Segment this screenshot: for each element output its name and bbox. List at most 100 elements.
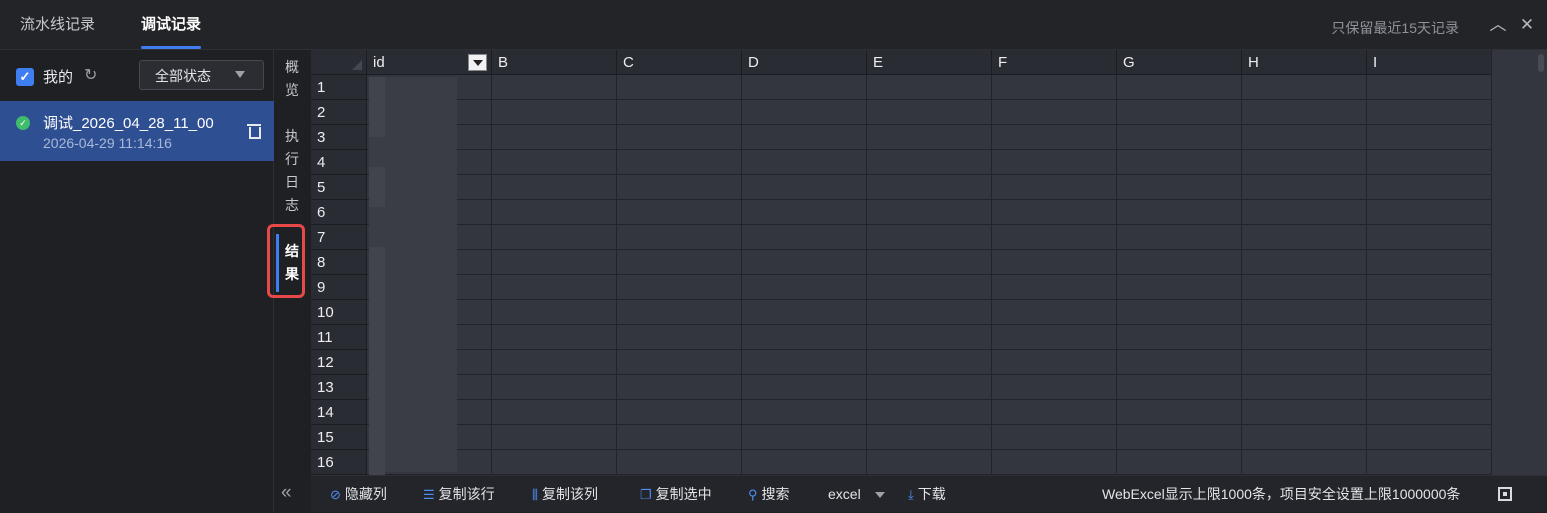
row-header[interactable]: 4 <box>311 150 367 175</box>
column-filter-button[interactable] <box>468 54 487 71</box>
grid-cell[interactable] <box>867 250 992 275</box>
grid-cell[interactable] <box>617 100 742 125</box>
row-header[interactable]: 8 <box>311 250 367 275</box>
grid-cell[interactable] <box>492 425 617 450</box>
close-icon[interactable]: ✕ <box>1517 14 1537 36</box>
grid-cell[interactable] <box>992 100 1117 125</box>
grid-cell[interactable] <box>1117 250 1242 275</box>
grid-cell[interactable] <box>617 425 742 450</box>
grid-cell[interactable] <box>1117 450 1242 475</box>
grid-cell[interactable] <box>492 225 617 250</box>
grid-cell[interactable] <box>1117 175 1242 200</box>
grid-cell[interactable] <box>617 350 742 375</box>
grid-cell[interactable] <box>1117 125 1242 150</box>
grid-cell[interactable] <box>492 175 617 200</box>
grid-cell[interactable] <box>742 75 867 100</box>
result-spreadsheet[interactable]: id B C D E F G H I 1 2 3 4 5 6 7 8 9 10 11 12 13 14 15 16 <box>311 50 1547 475</box>
copy-selection-button[interactable]: ❐ 复制选中 <box>640 476 712 513</box>
grid-cell[interactable] <box>742 400 867 425</box>
row-header[interactable]: 6 <box>311 200 367 225</box>
grid-cell[interactable] <box>617 400 742 425</box>
grid-cell[interactable] <box>867 425 992 450</box>
row-header[interactable]: 9 <box>311 275 367 300</box>
grid-cell[interactable] <box>867 175 992 200</box>
grid-cell[interactable] <box>1242 100 1367 125</box>
grid-cell[interactable] <box>1117 325 1242 350</box>
row-header[interactable]: 13 <box>311 375 367 400</box>
grid-cell[interactable] <box>617 150 742 175</box>
grid-cell[interactable] <box>992 125 1117 150</box>
grid-cell[interactable] <box>1242 300 1367 325</box>
grid-cell[interactable] <box>1242 400 1367 425</box>
chevron-up-icon[interactable]: ︿ <box>1488 14 1508 36</box>
grid-cell[interactable] <box>617 250 742 275</box>
grid-cell[interactable] <box>867 375 992 400</box>
grid-cell[interactable] <box>867 325 992 350</box>
grid-cell[interactable] <box>1117 425 1242 450</box>
row-header[interactable]: 2 <box>311 100 367 125</box>
grid-cell[interactable] <box>867 125 992 150</box>
grid-cell[interactable] <box>617 450 742 475</box>
grid-cell[interactable] <box>1242 350 1367 375</box>
grid-cell[interactable] <box>992 275 1117 300</box>
grid-cell[interactable] <box>1117 375 1242 400</box>
column-header[interactable]: B <box>492 50 617 75</box>
grid-cell[interactable] <box>1242 375 1367 400</box>
grid-cell[interactable] <box>492 75 617 100</box>
copy-row-button[interactable]: ☰ 复制该行 <box>423 476 495 513</box>
row-header[interactable]: 14 <box>311 400 367 425</box>
grid-cell[interactable] <box>742 100 867 125</box>
vertical-scrollbar[interactable] <box>1491 50 1547 475</box>
grid-cell[interactable] <box>1117 400 1242 425</box>
grid-cell[interactable] <box>1367 300 1492 325</box>
refresh-icon[interactable]: ↻ <box>84 65 97 85</box>
record-item[interactable]: ✓ 调试_2026_04_28_11_00 2026-04-29 11:14:1… <box>0 101 274 161</box>
grid-cell[interactable] <box>617 200 742 225</box>
row-header[interactable]: 16 <box>311 450 367 475</box>
grid-cell[interactable] <box>992 250 1117 275</box>
grid-cell[interactable] <box>992 375 1117 400</box>
grid-cell[interactable] <box>617 300 742 325</box>
grid-cell[interactable] <box>867 225 992 250</box>
grid-cell[interactable] <box>867 400 992 425</box>
grid-cell[interactable] <box>492 375 617 400</box>
grid-cell[interactable] <box>742 325 867 350</box>
grid-cell[interactable] <box>742 150 867 175</box>
grid-cell[interactable] <box>1367 100 1492 125</box>
column-header[interactable]: C <box>617 50 742 75</box>
grid-cell[interactable] <box>992 300 1117 325</box>
grid-cell[interactable] <box>992 425 1117 450</box>
grid-cell[interactable] <box>742 225 867 250</box>
grid-cell[interactable] <box>492 200 617 225</box>
grid-cell[interactable] <box>1367 175 1492 200</box>
grid-cell[interactable] <box>742 275 867 300</box>
grid-cell[interactable] <box>867 300 992 325</box>
grid-cell[interactable] <box>492 275 617 300</box>
grid-cell[interactable] <box>742 375 867 400</box>
grid-cell[interactable] <box>992 325 1117 350</box>
grid-cell[interactable] <box>742 250 867 275</box>
grid-cell[interactable] <box>742 200 867 225</box>
grid-cell[interactable] <box>992 75 1117 100</box>
grid-cell[interactable] <box>1242 450 1367 475</box>
row-header[interactable]: 5 <box>311 175 367 200</box>
grid-cell[interactable] <box>492 350 617 375</box>
grid-cell[interactable] <box>742 425 867 450</box>
grid-cell[interactable] <box>867 200 992 225</box>
grid-cell[interactable] <box>492 325 617 350</box>
grid-cell[interactable] <box>1117 75 1242 100</box>
select-all-corner[interactable] <box>311 50 367 75</box>
double-chevron-left-icon[interactable]: « <box>281 482 292 504</box>
grid-cell[interactable] <box>742 125 867 150</box>
hide-column-button[interactable]: ⊘ 隐藏列 <box>330 476 387 513</box>
grid-cell[interactable] <box>617 175 742 200</box>
column-header[interactable]: E <box>867 50 992 75</box>
tab-pipeline-records[interactable]: 流水线记录 <box>20 0 95 50</box>
grid-cell[interactable] <box>1117 225 1242 250</box>
grid-cell[interactable] <box>492 300 617 325</box>
trash-icon[interactable] <box>247 123 261 139</box>
grid-cell[interactable] <box>742 450 867 475</box>
grid-cell[interactable] <box>492 450 617 475</box>
grid-cell[interactable] <box>1242 225 1367 250</box>
grid-cell[interactable] <box>1242 275 1367 300</box>
